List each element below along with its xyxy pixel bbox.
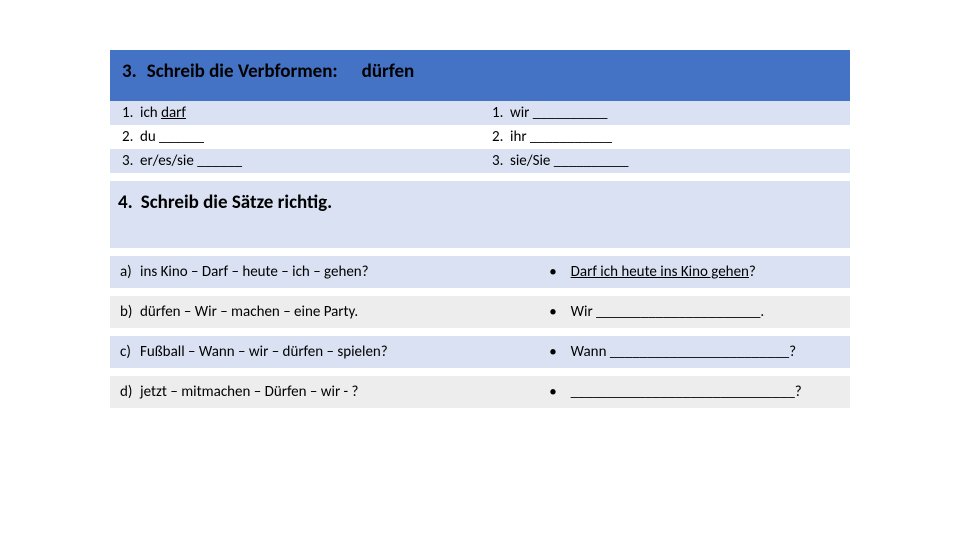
row-prompt: jetzt – mitmachen – Dürfen – wir - ? bbox=[140, 383, 359, 401]
cell-text: wir __________ bbox=[510, 104, 608, 122]
cell-text: er/es/sie ______ bbox=[140, 152, 242, 170]
answer-post: ? bbox=[749, 263, 756, 281]
conjugation-cell: 1. wir __________ bbox=[480, 101, 850, 125]
exercise3-title: Schreib die Verbformen: bbox=[147, 60, 338, 83]
sentence-row: a) ins Kino – Darf – heute – ich – gehen… bbox=[110, 256, 850, 288]
conjugation-row: 2. du ______ 2. ihr ___________ bbox=[110, 125, 850, 149]
conjugation-cell: 2. ihr ___________ bbox=[480, 125, 850, 149]
worksheet-slide: 3. Schreib die Verbformen: dürfen 1. ich… bbox=[0, 0, 960, 438]
row-prompt: ins Kino – Darf – heute – ich – gehen? bbox=[140, 263, 369, 281]
conjugation-row: 3. er/es/sie ______ 3. sie/Sie _________… bbox=[110, 149, 850, 173]
row-prompt: Fußball – Wann – wir – dürfen – spielen? bbox=[140, 343, 388, 361]
cell-underline: darf bbox=[161, 104, 186, 122]
cell-number: 3. bbox=[492, 152, 510, 170]
answer-underline: Darf ich heute ins Kino gehen bbox=[571, 263, 749, 281]
answer-text: Wir ______________________. bbox=[571, 303, 765, 321]
row-letter: d) bbox=[120, 383, 140, 401]
exercise3-number: 3. bbox=[122, 60, 137, 83]
cell-number: 1. bbox=[492, 104, 510, 122]
sentence-prompt-cell: b) dürfen – Wir – machen – eine Party. bbox=[110, 296, 539, 328]
row-prompt: dürfen – Wir – machen – eine Party. bbox=[140, 303, 358, 321]
sentence-row: b) dürfen – Wir – machen – eine Party. •… bbox=[110, 296, 850, 328]
cell-text: du ______ bbox=[140, 128, 204, 146]
sentence-row: d) jetzt – mitmachen – Dürfen – wir - ? … bbox=[110, 376, 850, 408]
row-letter: a) bbox=[120, 263, 140, 281]
conjugation-cell: 2. du ______ bbox=[110, 125, 480, 149]
exercise4-number: 4. bbox=[118, 191, 133, 214]
sentence-answer-cell: • Wann ________________________? bbox=[539, 336, 850, 368]
cell-number: 1. bbox=[122, 104, 140, 122]
sentence-answer-cell: • Wir ______________________. bbox=[539, 296, 850, 328]
cell-text: sie/Sie __________ bbox=[510, 152, 628, 170]
sentence-prompt-cell: d) jetzt – mitmachen – Dürfen – wir - ? bbox=[110, 376, 539, 408]
sentence-answer-cell: • Darf ich heute ins Kino gehen? bbox=[539, 256, 850, 288]
cell-number: 2. bbox=[492, 128, 510, 146]
bullet-icon: • bbox=[549, 263, 556, 281]
bullet-icon: • bbox=[549, 303, 556, 321]
answer-text: ______________________________? bbox=[571, 383, 802, 401]
exercise3-header: 3. Schreib die Verbformen: dürfen bbox=[110, 50, 850, 101]
conjugation-cell: 3. sie/Sie __________ bbox=[480, 149, 850, 173]
sentence-answer-cell: • ______________________________? bbox=[539, 376, 850, 408]
row-letter: b) bbox=[120, 303, 140, 321]
conjugation-cell: 1. ich darf bbox=[110, 101, 480, 125]
sentence-row: c) Fußball – Wann – wir – dürfen – spiel… bbox=[110, 336, 850, 368]
sentence-prompt-cell: c) Fußball – Wann – wir – dürfen – spiel… bbox=[110, 336, 539, 368]
exercise4-title: Schreib die Sätze richtig. bbox=[141, 191, 333, 214]
row-letter: c) bbox=[120, 343, 140, 361]
answer-text: Wann ________________________? bbox=[571, 343, 796, 361]
conjugation-row: 1. ich darf 1. wir __________ bbox=[110, 101, 850, 125]
cell-number: 2. bbox=[122, 128, 140, 146]
exercise4-header: 4. Schreib die Sätze richtig. bbox=[110, 181, 850, 248]
bullet-icon: • bbox=[549, 383, 556, 401]
bullet-icon: • bbox=[549, 343, 556, 361]
cell-text: ihr ___________ bbox=[510, 128, 612, 146]
exercise3-verb: dürfen bbox=[362, 60, 415, 83]
sentence-prompt-cell: a) ins Kino – Darf – heute – ich – gehen… bbox=[110, 256, 539, 288]
cell-number: 3. bbox=[122, 152, 140, 170]
cell-text: ich bbox=[140, 104, 161, 122]
conjugation-cell: 3. er/es/sie ______ bbox=[110, 149, 480, 173]
